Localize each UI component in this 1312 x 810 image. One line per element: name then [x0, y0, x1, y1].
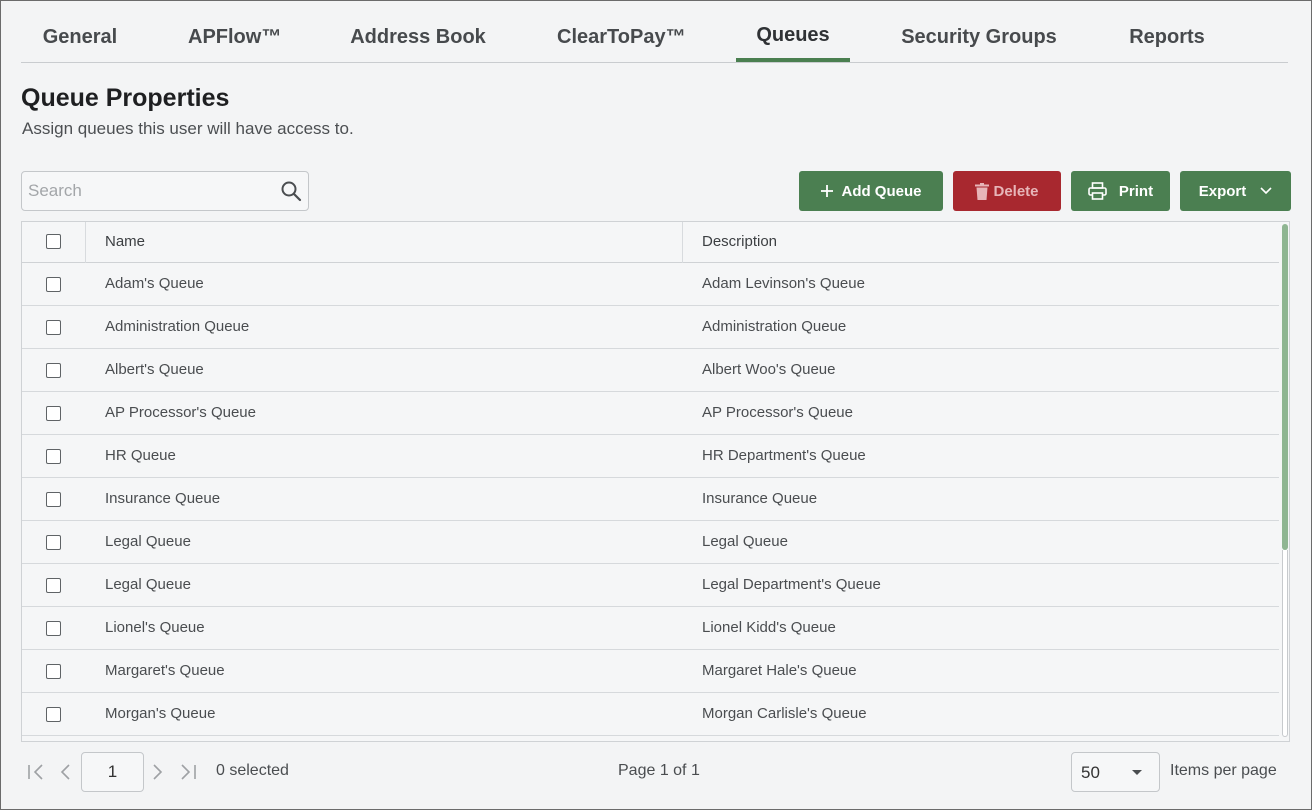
- table-row[interactable]: Administration Queue Administration Queu…: [22, 306, 1279, 349]
- add-queue-button[interactable]: Add Queue: [799, 171, 943, 211]
- table-row[interactable]: Margaret's Queue Margaret Hale's Queue: [22, 650, 1279, 693]
- row-checkbox[interactable]: [46, 320, 61, 335]
- page-title: Queue Properties: [21, 84, 230, 112]
- cell-description: Albert Woo's Queue: [702, 361, 836, 378]
- export-label: Export: [1198, 182, 1247, 200]
- items-per-page-value: 50: [1081, 763, 1100, 782]
- cell-description: Lionel Kidd's Queue: [702, 619, 836, 636]
- table-scrollbar[interactable]: [1279, 222, 1289, 741]
- row-checkbox[interactable]: [46, 621, 61, 636]
- cell-description: Adam Levinson's Queue: [702, 275, 865, 292]
- trash-icon: [975, 182, 990, 200]
- row-checkbox[interactable]: [46, 406, 61, 421]
- row-checkbox[interactable]: [46, 578, 61, 593]
- add-queue-label: Add Queue: [841, 182, 922, 200]
- delete-label: Delete: [993, 182, 1039, 200]
- cell-description: Morgan Carlisle's Queue: [702, 705, 867, 722]
- tab-reports[interactable]: Reports: [1128, 26, 1206, 63]
- search-icon[interactable]: [280, 180, 302, 202]
- tab-cleartopay[interactable]: ClearToPay™: [557, 26, 686, 63]
- items-per-page-select[interactable]: 50: [1071, 752, 1160, 792]
- table-row[interactable]: Adam's Queue Adam Levinson's Queue: [22, 263, 1279, 306]
- page-subtitle: Assign queues this user will have access…: [22, 119, 354, 138]
- column-divider: [682, 222, 683, 263]
- table-row[interactable]: Insurance Queue Insurance Queue: [22, 478, 1279, 521]
- select-all-checkbox[interactable]: [46, 234, 61, 249]
- cell-name: Administration Queue: [105, 318, 250, 335]
- cell-description: Insurance Queue: [702, 490, 818, 507]
- items-per-page-label: Items per page: [1170, 762, 1277, 779]
- chevron-down-icon: [1260, 187, 1272, 195]
- row-checkbox[interactable]: [46, 363, 61, 378]
- next-page-icon[interactable]: [151, 763, 165, 781]
- previous-page-icon[interactable]: [58, 763, 72, 781]
- queue-table: Name Description Adam's Queue Adam Levin…: [21, 221, 1290, 742]
- table-row[interactable]: Morgan's Queue Morgan Carlisle's Queue: [22, 693, 1279, 736]
- table-row[interactable]: AP Processor's Queue AP Processor's Queu…: [22, 392, 1279, 435]
- column-header-description[interactable]: Description: [702, 233, 777, 250]
- print-button[interactable]: Print: [1071, 171, 1170, 211]
- row-checkbox[interactable]: [46, 707, 61, 722]
- delete-button[interactable]: Delete: [953, 171, 1061, 211]
- cell-name: HR Queue: [105, 447, 176, 464]
- row-checkbox[interactable]: [46, 492, 61, 507]
- tab-bar: General APFlow™ Address Book ClearToPay™…: [21, 0, 1288, 63]
- first-page-icon[interactable]: [27, 763, 45, 781]
- cell-name: Margaret's Queue: [105, 662, 225, 679]
- column-divider: [85, 222, 86, 263]
- tab-queues[interactable]: Queues: [736, 24, 850, 62]
- cell-name: Insurance Queue: [105, 490, 221, 507]
- plus-icon: [821, 185, 834, 197]
- table-row[interactable]: HR Queue HR Department's Queue: [22, 435, 1279, 478]
- search-input[interactable]: [28, 180, 268, 202]
- table-row[interactable]: Albert's Queue Albert Woo's Queue: [22, 349, 1279, 392]
- search-box[interactable]: [21, 171, 309, 211]
- table-row[interactable]: Lionel's Queue Lionel Kidd's Queue: [22, 607, 1279, 650]
- cell-description: HR Department's Queue: [702, 447, 866, 464]
- table-header: Name Description: [22, 222, 1279, 263]
- tab-address-book[interactable]: Address Book: [349, 26, 487, 63]
- cell-description: Legal Department's Queue: [702, 576, 881, 593]
- row-checkbox[interactable]: [46, 664, 61, 679]
- scrollbar-thumb[interactable]: [1282, 224, 1288, 550]
- cell-description: Legal Queue: [702, 533, 788, 550]
- cell-description: Margaret Hale's Queue: [702, 662, 857, 679]
- caret-down-icon: [1132, 770, 1142, 775]
- tab-security-groups[interactable]: Security Groups: [900, 26, 1058, 63]
- printer-icon: [1088, 182, 1107, 200]
- cell-name: Legal Queue: [105, 533, 191, 550]
- cell-description: Administration Queue: [702, 318, 847, 335]
- cell-name: Albert's Queue: [105, 361, 204, 378]
- last-page-icon[interactable]: [179, 763, 197, 781]
- cell-description: AP Processor's Queue: [702, 404, 853, 421]
- export-button[interactable]: Export: [1180, 171, 1291, 211]
- row-checkbox[interactable]: [46, 449, 61, 464]
- cell-name: Lionel's Queue: [105, 619, 205, 636]
- cell-name: Adam's Queue: [105, 275, 204, 292]
- page-number-input[interactable]: [81, 752, 144, 792]
- selected-count: 0 selected: [216, 762, 289, 779]
- cell-name: Morgan's Queue: [105, 705, 216, 722]
- cell-name: AP Processor's Queue: [105, 404, 256, 421]
- table-row[interactable]: Legal Queue Legal Queue: [22, 521, 1279, 564]
- row-checkbox[interactable]: [46, 277, 61, 292]
- tab-general[interactable]: General: [41, 26, 119, 63]
- page-info: Page 1 of 1: [618, 762, 700, 779]
- column-header-name[interactable]: Name: [105, 233, 145, 250]
- scrollbar-track-rest: [1282, 550, 1288, 737]
- cell-name: Legal Queue: [105, 576, 191, 593]
- row-checkbox[interactable]: [46, 535, 61, 550]
- tab-apflow[interactable]: APFlow™: [188, 26, 281, 63]
- print-label: Print: [1118, 182, 1154, 200]
- table-row[interactable]: Legal Queue Legal Department's Queue: [22, 564, 1279, 607]
